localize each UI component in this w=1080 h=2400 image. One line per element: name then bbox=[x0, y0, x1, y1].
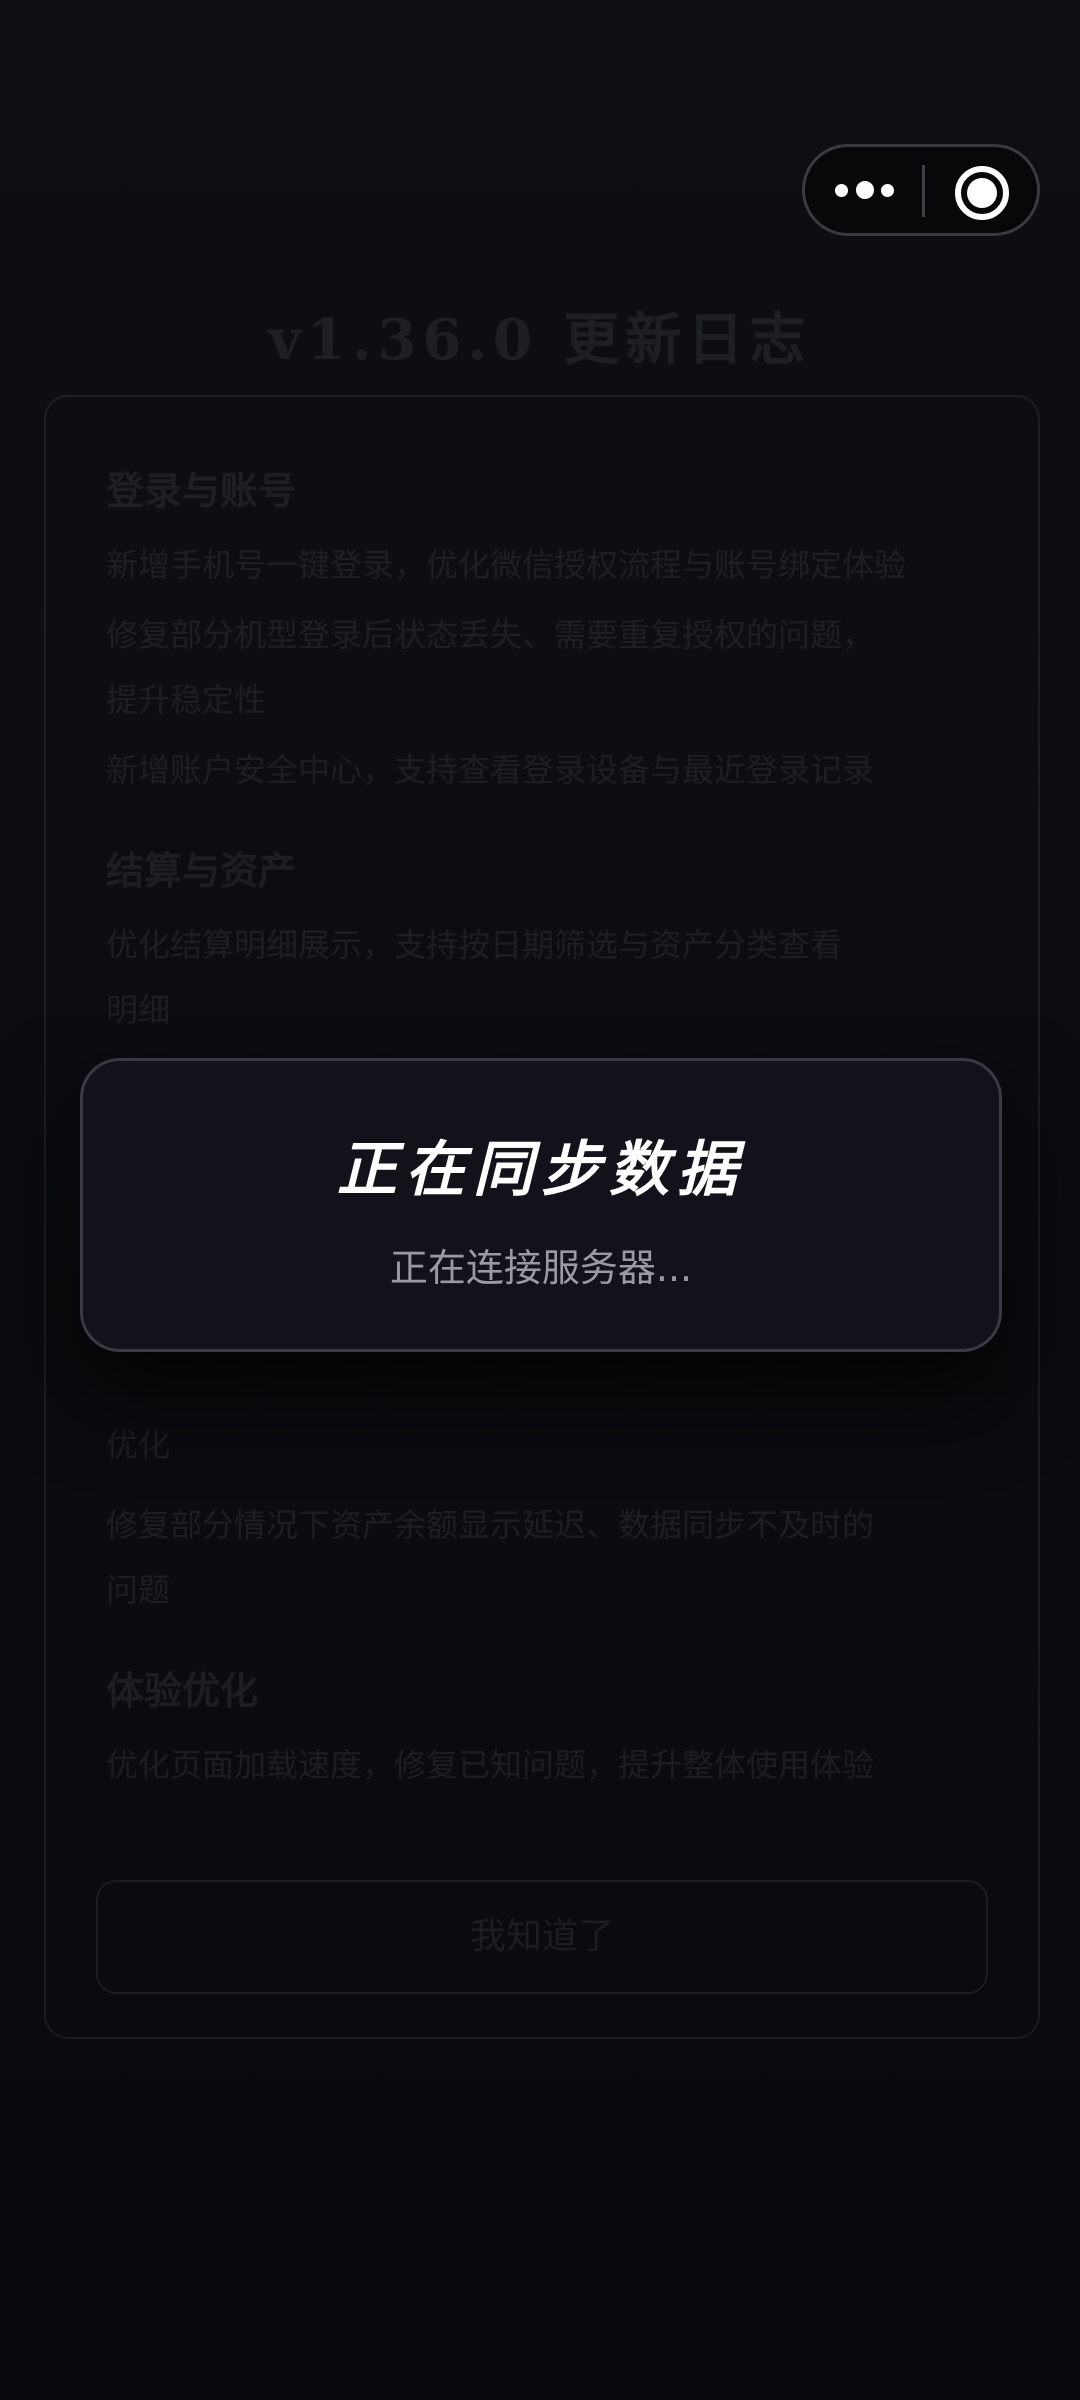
more-menu-button[interactable] bbox=[805, 147, 921, 233]
miniprogram-capsule bbox=[802, 144, 1040, 236]
section-heading-settlement: 结算与资产 bbox=[106, 849, 297, 893]
changelog-line: 问题 bbox=[106, 1571, 171, 1609]
dialog-title: 正在同步数据 bbox=[337, 1135, 745, 1205]
changelog-line: 修复部分情况下资产余额显示延迟、数据同步不及时的 bbox=[106, 1506, 875, 1544]
confirm-button[interactable]: 我知道了 bbox=[96, 1880, 988, 1994]
changelog-line: 明细 bbox=[106, 991, 171, 1029]
changelog-line: 新增账户安全中心，支持查看登录设备与最近登录记录 bbox=[106, 751, 875, 789]
changelog-line: 修复部分机型登录后状态丢失、需要重复授权的问题， bbox=[106, 616, 875, 654]
changelog-line: 提升稳定性 bbox=[106, 681, 267, 719]
changelog-line: 新增手机号一键登录，优化微信授权流程与账号绑定体验 bbox=[106, 546, 907, 584]
app-screen: v1.36.0 更新日志 登录与账号 新增手机号一键登录，优化微信授权流程与账号… bbox=[0, 0, 1080, 2400]
close-miniprogram-button[interactable] bbox=[925, 147, 1037, 233]
changelog-line: 优化结算明细展示，支持按日期筛选与资产分类查看 bbox=[106, 926, 843, 964]
changelog-line: 优化 bbox=[106, 1426, 171, 1464]
changelog-line: 优化页面加载速度，修复已知问题，提升整体使用体验 bbox=[106, 1746, 875, 1784]
section-heading-experience: 体验优化 bbox=[106, 1669, 259, 1713]
section-heading-login: 登录与账号 bbox=[106, 469, 297, 513]
dialog-message: 正在连接服务器... bbox=[389, 1246, 693, 1290]
changelog-title: v1.36.0 更新日志 bbox=[268, 307, 812, 373]
sync-loading-dialog: 正在同步数据 正在连接服务器... bbox=[80, 1058, 1002, 1352]
